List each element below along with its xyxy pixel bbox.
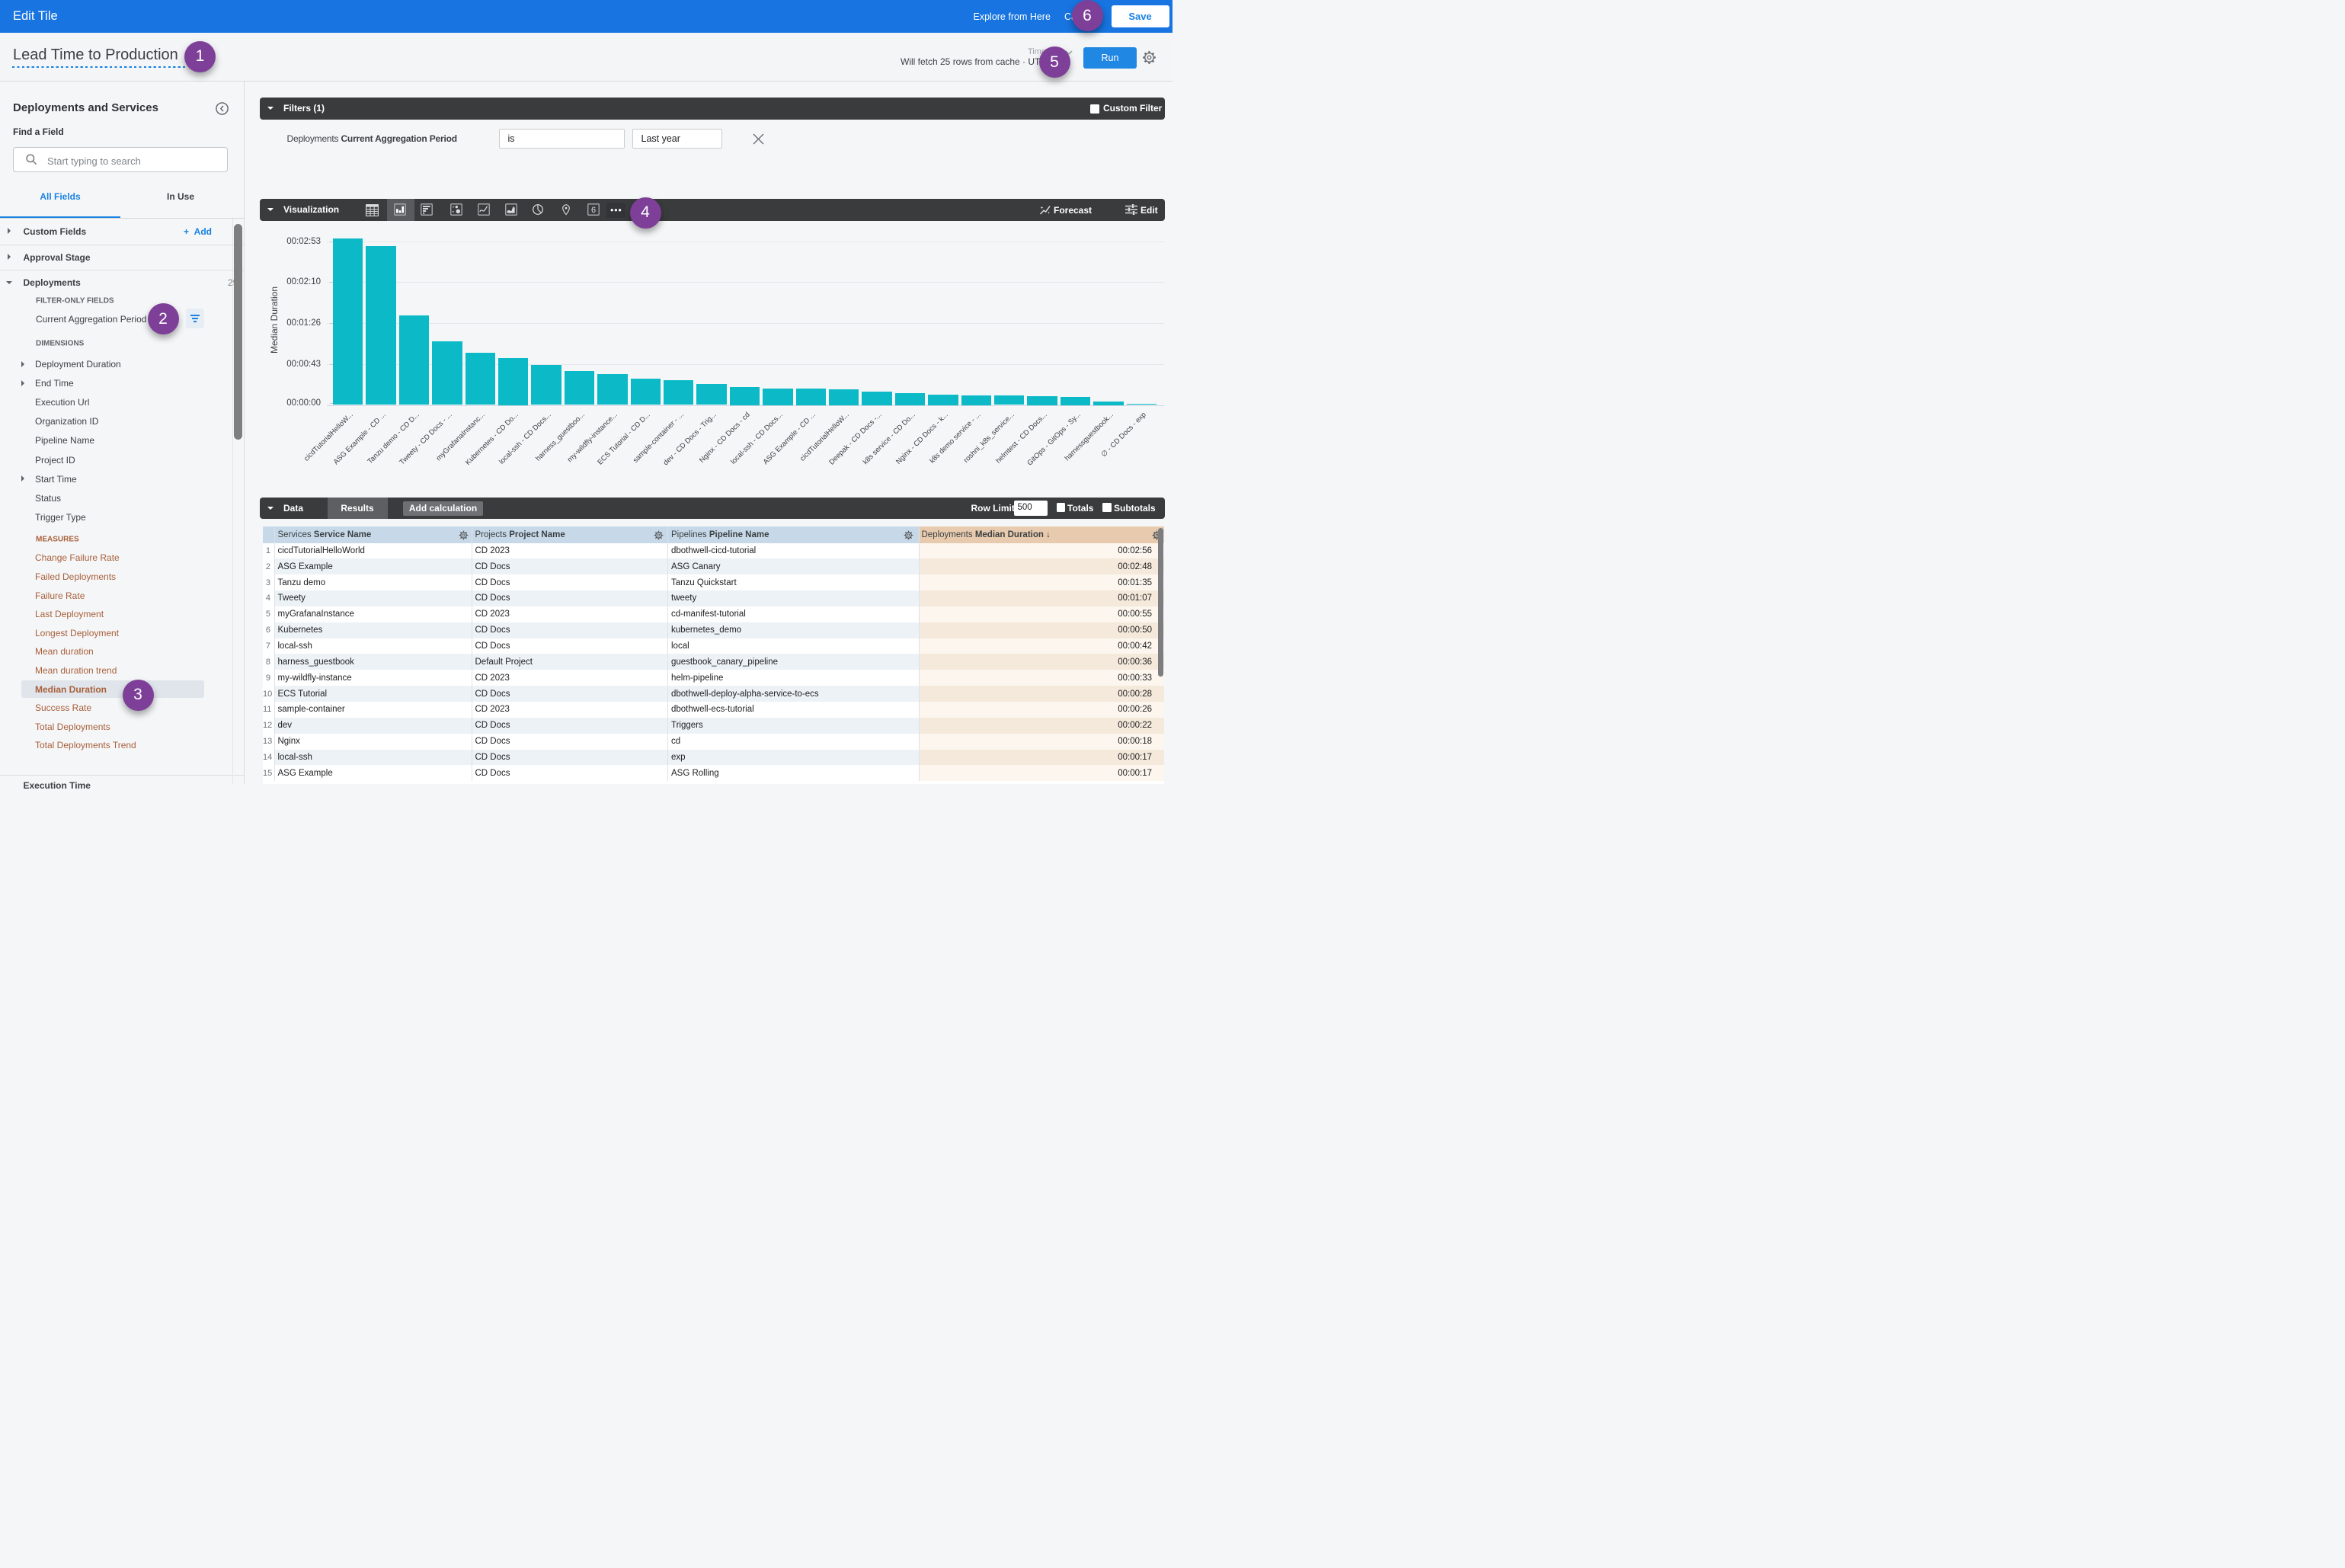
svg-text:6: 6: [590, 206, 595, 215]
